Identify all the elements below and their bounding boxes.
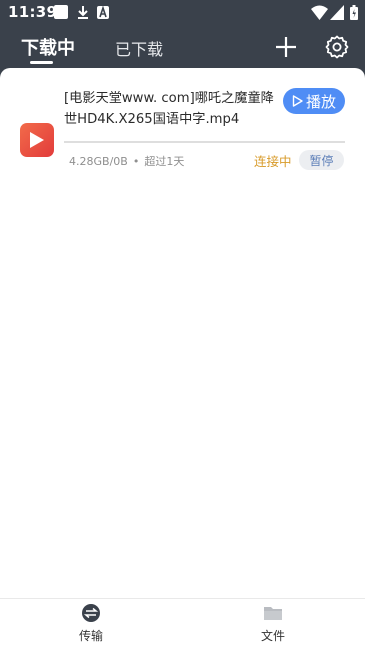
- active-tab-indicator: [30, 61, 53, 64]
- nav-label-files: 文件: [260, 629, 285, 643]
- status-bar: 11:39: [0, 0, 365, 26]
- download-progress-bar: [64, 141, 345, 143]
- nav-item-transfer[interactable]: 传输: [61, 603, 121, 644]
- download-item[interactable]: [电影天堂www. com]哪吒之魔童降世HD4K.X265国语中字.mp4 播…: [0, 80, 365, 180]
- download-meta: 4.28GB/0B • 超过1天: [69, 153, 184, 169]
- download-status-icon: [78, 6, 88, 19]
- play-label: 播放: [305, 92, 336, 111]
- nav-label-transfer: 传输: [78, 629, 103, 643]
- folder-icon: [264, 607, 282, 620]
- video-file-icon: [20, 123, 54, 157]
- time-text: 超过1天: [144, 155, 185, 168]
- play-button[interactable]: 播放: [283, 88, 345, 114]
- nav-item-files[interactable]: 文件: [243, 603, 303, 644]
- notification-square-icon: [54, 5, 68, 19]
- pause-button[interactable]: 暂停: [299, 150, 344, 170]
- play-outline-icon: [292, 95, 303, 107]
- tab-downloading[interactable]: 下载中: [21, 34, 75, 60]
- tab-downloaded[interactable]: 已下载: [115, 36, 163, 60]
- add-icon[interactable]: [273, 34, 299, 60]
- file-name: [电影天堂www. com]哪吒之魔童降世HD4K.X265国语中字.mp4: [64, 91, 274, 127]
- app-header: 下载中 已下载: [0, 26, 365, 68]
- download-state: 连接中: [254, 154, 292, 169]
- gear-icon[interactable]: [324, 34, 350, 60]
- status-time: 11:39: [8, 3, 58, 21]
- wifi-icon: [311, 5, 328, 20]
- signal-icon: [330, 5, 344, 20]
- separator-dot: •: [132, 154, 140, 168]
- battery-icon: [350, 5, 358, 20]
- download-list: [电影天堂www. com]哪吒之魔童降世HD4K.X265国语中字.mp4 播…: [0, 68, 365, 598]
- app-notification-icon: [97, 5, 109, 19]
- transfer-icon: [82, 604, 100, 622]
- bottom-nav: 传输 文件: [0, 598, 365, 650]
- size-text: 4.28GB/0B: [69, 154, 128, 168]
